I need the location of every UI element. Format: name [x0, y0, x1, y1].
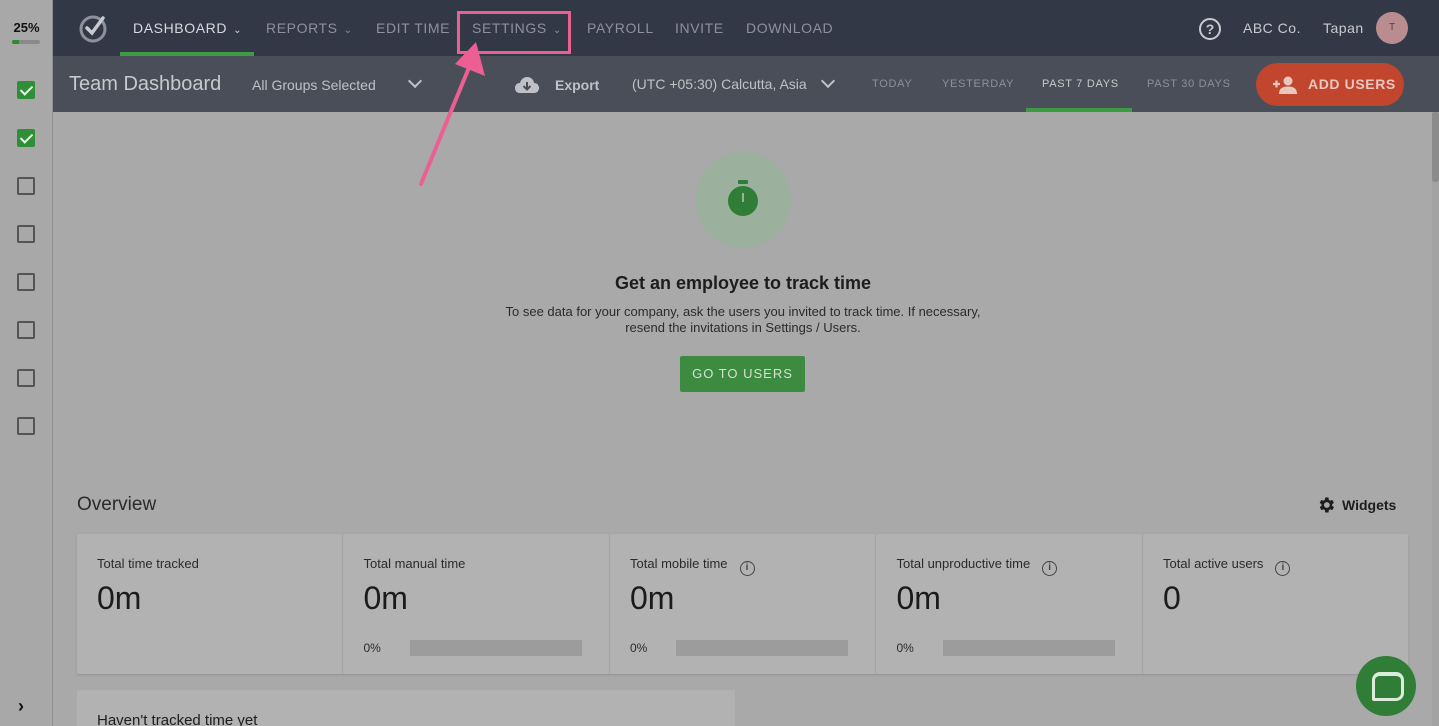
nav-item-invite[interactable]: INVITE: [675, 0, 724, 56]
card-percent: 0%: [630, 641, 648, 655]
nav-item-label: EDIT TIME: [376, 20, 451, 36]
page-scrollbar[interactable]: [1432, 112, 1439, 726]
nav-item-label: INVITE: [675, 20, 724, 36]
empty-state-title: Get an employee to track time: [614, 273, 872, 293]
help-question-icon[interactable]: ?: [1199, 18, 1221, 40]
card-label-text: Total time tracked: [97, 556, 199, 571]
progress-percent: 25%: [13, 20, 40, 35]
timezone-select[interactable]: (UTC +05:30) Calcutta, Asia: [632, 56, 807, 112]
overview-card: Total active users i 0: [1143, 534, 1409, 674]
nav-item-label: DOWNLOAD: [746, 20, 834, 36]
chevron-down-icon: ⌄: [343, 25, 353, 36]
card-value: 0: [1163, 580, 1181, 616]
card-progress-bar: [409, 640, 582, 656]
add-users-button[interactable]: ADD USERS: [1256, 63, 1404, 106]
empty-state-description-line-2: resend the invitations in Settings / Use…: [625, 320, 861, 335]
company-name[interactable]: ABC Co.: [1243, 0, 1301, 56]
widgets-label: Widgets: [1342, 497, 1397, 513]
card-label-text: Total active users: [1163, 556, 1264, 571]
go-to-users-button[interactable]: GO TO USERS: [680, 356, 805, 392]
app-logo-icon[interactable]: [77, 12, 109, 44]
info-icon[interactable]: i: [1042, 561, 1058, 576]
widgets-button[interactable]: Widgets: [1316, 495, 1396, 515]
overview-card: Total unproductive time i 0m 0%: [877, 534, 1143, 674]
card-percent: 0%: [363, 641, 381, 655]
nav-item-label: DASHBOARD: [133, 20, 228, 36]
gear-icon: [1319, 497, 1334, 513]
timezone-chevron-down-icon[interactable]: [820, 73, 836, 89]
untracked-panel: Haven't tracked time yet: [77, 690, 735, 726]
user-name[interactable]: Tapan: [1323, 0, 1364, 56]
add-users-label: ADD USERS: [1308, 76, 1396, 92]
nav-item-label: PAYROLL: [587, 20, 654, 36]
checklist-checkbox[interactable]: [17, 177, 35, 195]
info-icon[interactable]: i: [739, 561, 755, 576]
add-user-icon: [1273, 76, 1297, 94]
avatar[interactable]: T: [1376, 12, 1408, 44]
groups-chevron-down-icon[interactable]: [407, 73, 423, 89]
expand-rail-chevron-icon[interactable]: ›: [18, 696, 24, 717]
scrollbar-thumb[interactable]: [1432, 112, 1439, 182]
card-label: Total unproductive time i: [897, 556, 1058, 576]
card-label: Total active users i: [1163, 556, 1291, 576]
checklist-checkbox[interactable]: [17, 417, 35, 435]
card-label-text: Total unproductive time: [896, 556, 1031, 571]
empty-state-description-line-1: To see data for your company, ask the us…: [505, 304, 981, 319]
overview-card: Total manual time 0m 0%: [344, 534, 610, 674]
chevron-down-icon: ⌄: [233, 25, 243, 36]
chat-bubble-icon[interactable]: [1356, 656, 1416, 716]
nav-item-download[interactable]: DOWNLOAD: [746, 0, 833, 56]
settings-highlight-box: [457, 11, 571, 54]
card-progress-bar: [942, 640, 1115, 656]
nav-item-label: REPORTS: [266, 20, 338, 36]
card-label: Total time tracked: [97, 556, 199, 571]
empty-state-description: To see data for your company, ask the us…: [443, 304, 1043, 336]
checklist-checkbox[interactable]: [17, 273, 35, 291]
checklist-checkbox[interactable]: [17, 81, 35, 99]
progress-bar: [12, 40, 40, 44]
checklist-checkbox[interactable]: [17, 129, 35, 147]
card-label: Total manual time: [364, 556, 466, 571]
card-label: Total mobile time i: [630, 556, 755, 576]
nav-item-payroll[interactable]: PAYROLL: [587, 0, 654, 56]
card-value: 0m: [896, 580, 941, 616]
nav-item-edit-time[interactable]: EDIT TIME: [376, 0, 450, 56]
card-progress-bar: [676, 640, 848, 656]
nav-item-dashboard[interactable]: DASHBOARD ⌄: [133, 0, 242, 56]
card-value: 0m: [97, 580, 142, 616]
checklist-checkbox[interactable]: [17, 369, 35, 387]
active-range-indicator: [1026, 108, 1132, 112]
cloud-download-icon[interactable]: [514, 76, 540, 94]
card-label-text: Total manual time: [363, 556, 466, 571]
range-tab-yesterday[interactable]: YESTERDAY: [942, 56, 1014, 112]
dashboard-subheader: Team Dashboard All Groups Selected Expor…: [53, 56, 1439, 112]
checklist-checkbox[interactable]: [17, 225, 35, 243]
range-tab-past-30-days[interactable]: PAST 30 DAYS: [1147, 56, 1231, 112]
untracked-title: Haven't tracked time yet: [97, 712, 258, 726]
card-value: 0m: [363, 580, 408, 616]
card-label-text: Total mobile time: [630, 556, 728, 571]
groups-select[interactable]: All Groups Selected: [252, 56, 376, 114]
page-title: Team Dashboard: [69, 73, 222, 95]
nav-item-reports[interactable]: REPORTS ⌄: [266, 0, 353, 56]
card-percent: 0%: [896, 641, 914, 655]
range-tab-today[interactable]: TODAY: [872, 56, 912, 112]
info-icon[interactable]: i: [1275, 561, 1291, 576]
top-navigation: DASHBOARD ⌄ REPORTS ⌄ EDIT TIME SETTINGS ⌄ PAYR…: [53, 0, 1439, 56]
overview-cards: Total time tracked 0m Total manual time 0m 0…: [77, 534, 1408, 674]
card-value: 0m: [630, 580, 675, 616]
export-button[interactable]: Export: [555, 56, 599, 114]
progress-bar-fill: [12, 40, 19, 44]
overview-card: Total time tracked 0m: [77, 534, 343, 674]
overview-card: Total mobile time i 0m 0%: [610, 534, 876, 674]
stopwatch-icon: [695, 152, 791, 248]
onboarding-rail: 25% ›: [0, 0, 53, 726]
checklist-checkbox[interactable]: [17, 321, 35, 339]
overview-title: Overview: [77, 494, 157, 515]
range-tab-past-7-days[interactable]: PAST 7 DAYS: [1042, 56, 1119, 112]
